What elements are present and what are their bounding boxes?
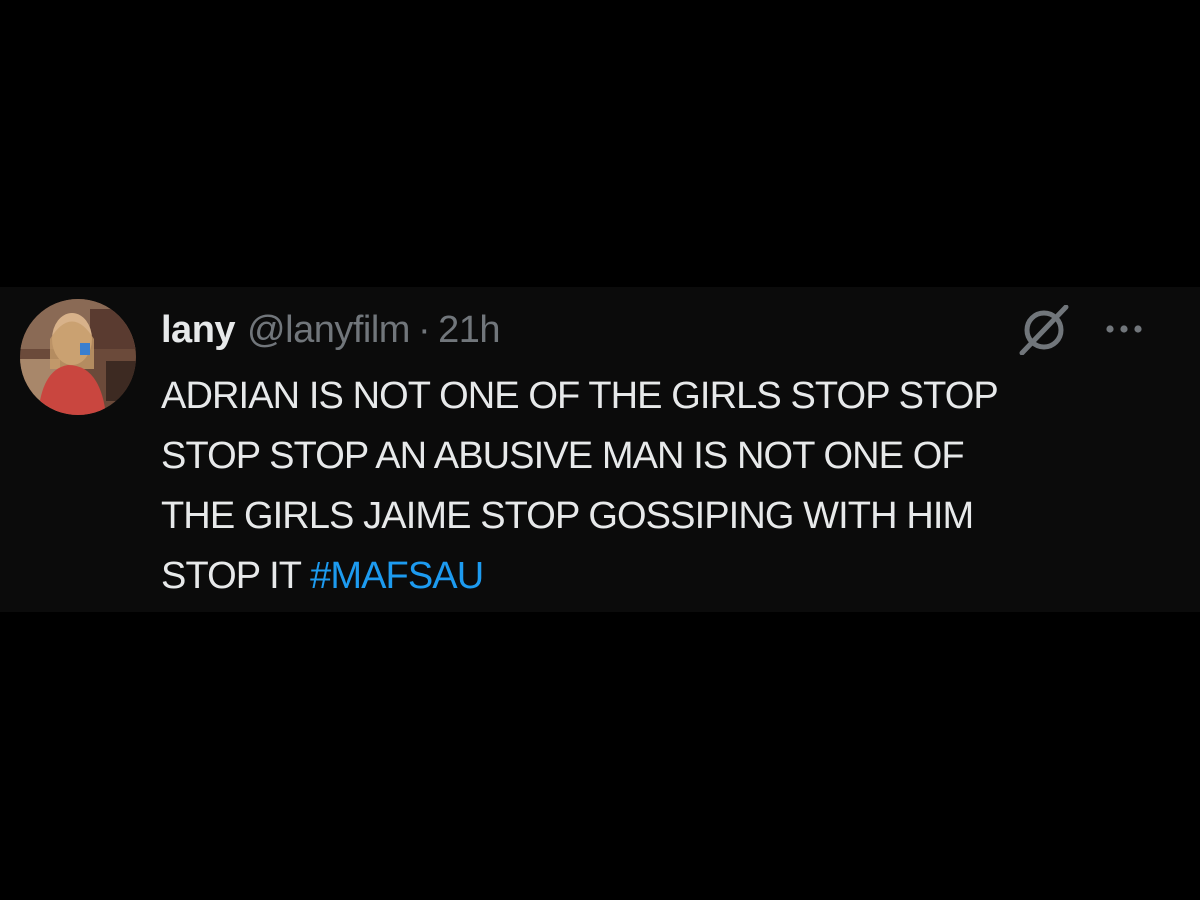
avatar-photo [20,299,136,415]
tweet-text: ADRIAN IS NOT ONE OF THE GIRLS STOP STOP… [161,366,1161,606]
separator-dot: · [417,309,431,351]
tweet-card[interactable]: lany @lanyfilm · 21h ADRIAN IS NOT ONE O… [0,287,1200,612]
tweet-header: lany @lanyfilm · 21h [161,309,500,351]
user-handle[interactable]: @lanyfilm [247,309,410,352]
tweet-text-line: THE GIRLS JAIME STOP GOSSIPING WITH HIM [161,495,974,537]
hashtag-link[interactable]: #MAFSAU [310,555,484,597]
display-name[interactable]: lany [161,309,236,352]
more-options-icon[interactable] [1100,317,1148,341]
tweet-text-line: ADRIAN IS NOT ONE OF THE GIRLS STOP STOP [161,375,999,417]
avatar[interactable] [20,299,136,415]
tweet-text-fragment: STOP IT [161,555,311,597]
tweet-text-line-last: STOP IT #MAFSAU [161,546,1161,606]
grok-icon[interactable] [1016,304,1072,356]
timestamp[interactable]: 21h [438,309,500,352]
tweet-text-line: STOP STOP AN ABUSIVE MAN IS NOT ONE OF [161,435,965,477]
screenshot-canvas: lany @lanyfilm · 21h ADRIAN IS NOT ONE O… [0,0,1200,900]
